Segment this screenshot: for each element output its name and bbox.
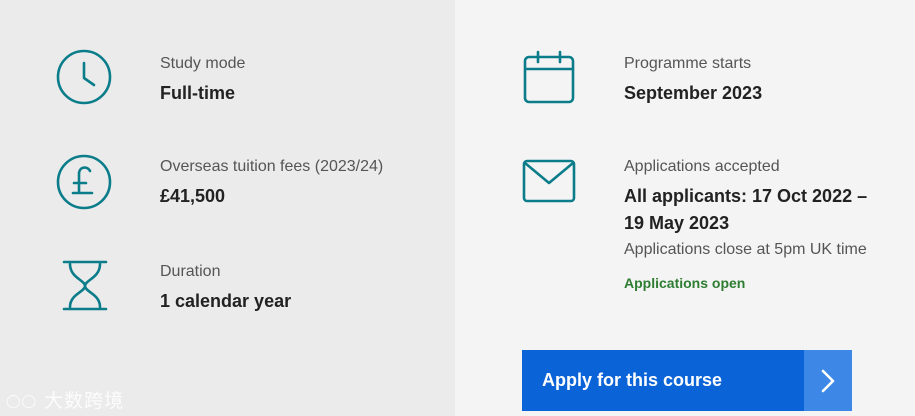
applications-dates-line1: All applicants: 17 Oct 2022 – <box>624 186 868 206</box>
programme-starts-label: Programme starts <box>624 55 752 72</box>
apply-button[interactable]: Apply for this course <box>522 350 852 411</box>
course-key-facts: Study mode Full-time Overseas tuition fe… <box>0 0 915 416</box>
applications-status: Applications open <box>624 275 746 291</box>
fees-value: £41,500 <box>160 186 226 206</box>
calendar-icon <box>523 50 575 104</box>
applications-dates-line2: 19 May 2023 <box>624 213 730 233</box>
pound-icon <box>56 154 112 210</box>
watermark-text: 大数跨境 <box>44 390 125 412</box>
applications-close-note: Applications close at 5pm UK time <box>624 241 867 258</box>
duration-value: 1 calendar year <box>160 291 292 311</box>
fees-label: Overseas tuition fees (2023/24) <box>160 158 384 175</box>
study-mode-label: Study mode <box>160 55 246 72</box>
envelope-icon <box>522 159 576 203</box>
study-mode-value: Full-time <box>160 83 235 103</box>
hourglass-icon <box>62 260 108 311</box>
apply-button-label: Apply for this course <box>542 370 723 390</box>
applications-label: Applications accepted <box>624 158 780 175</box>
programme-starts-value: September 2023 <box>624 83 763 103</box>
chevron-right-icon <box>804 350 852 411</box>
watermark: ◯◯ 大数跨境 <box>6 390 125 412</box>
clock-icon <box>56 49 112 105</box>
duration-label: Duration <box>160 263 221 280</box>
